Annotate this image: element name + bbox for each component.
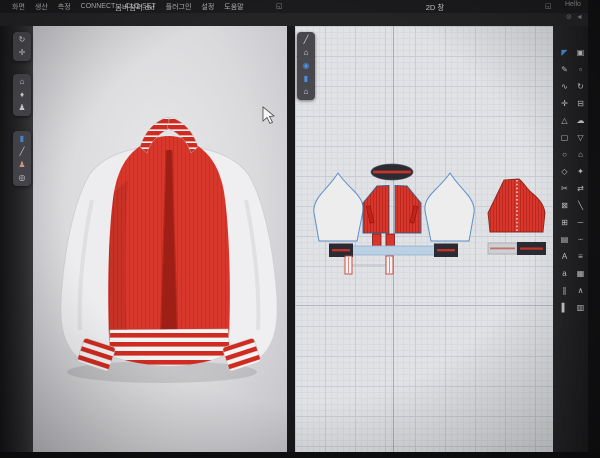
piece-back[interactable] — [488, 179, 545, 232]
trace-tool-icon[interactable]: ⊠ — [558, 199, 571, 212]
menu-help[interactable]: 도움말 — [224, 2, 243, 12]
piece-sleeve-left[interactable] — [314, 173, 363, 241]
polygon-tool-icon[interactable]: △ — [558, 114, 571, 127]
edit-pattern-icon[interactable]: ✎ — [558, 63, 571, 76]
piece-front-right[interactable] — [395, 186, 421, 234]
toolbar-3d-display-group: ▮╱♟◎ — [13, 131, 31, 186]
garment-icon[interactable]: ⌂ — [299, 86, 313, 98]
rectangle-tool-icon[interactable]: ▢ — [558, 131, 571, 144]
pin-icon[interactable]: ♦ — [15, 89, 29, 101]
slash-tool-icon[interactable]: ╲ — [574, 199, 587, 212]
ruler-tool-icon[interactable]: ∥ — [558, 284, 571, 297]
flatten-garment-icon[interactable]: ⌂ — [299, 47, 313, 59]
piece-placket-left[interactable] — [345, 256, 352, 274]
piece-front-left[interactable] — [363, 186, 389, 234]
table-icon[interactable]: ▦ — [574, 267, 587, 280]
undock-2d-icon[interactable]: ◱ — [545, 2, 552, 10]
avatar-icon[interactable]: ♟ — [15, 102, 29, 114]
list-icon[interactable]: ≡ — [574, 250, 587, 263]
tab-2d-window[interactable]: 2D 창 — [355, 2, 515, 13]
garment-icon[interactable]: ⌂ — [15, 76, 29, 88]
mouse-cursor — [263, 107, 274, 124]
toolbar-3d-view-group: ↻✛ — [13, 32, 31, 61]
cloud-icon[interactable]: ☁ — [574, 114, 587, 127]
piece-placket-right[interactable] — [386, 256, 393, 274]
pan-view-icon[interactable]: ✛ — [15, 47, 29, 59]
cut-tool-icon[interactable]: ✂ — [558, 182, 571, 195]
panel-divider[interactable] — [287, 26, 295, 452]
account-icons[interactable]: ⊘◄ — [566, 13, 587, 21]
measure-line-icon[interactable]: ─ — [574, 216, 587, 229]
brush-tool-icon[interactable]: ▌ — [558, 301, 571, 314]
menu-production[interactable]: 생산 — [35, 2, 48, 12]
world-icon[interactable]: ◎ — [15, 172, 29, 184]
piece-sleeve-right[interactable] — [425, 173, 474, 241]
varsity-jacket[interactable] — [61, 117, 278, 372]
garment-3d-canvas — [33, 26, 287, 452]
fabric-icon[interactable]: ▮ — [299, 73, 313, 85]
pattern-2d-canvas — [295, 26, 553, 452]
fabric-icon[interactable]: ▮ — [15, 133, 29, 145]
rotate-piece-icon[interactable]: ↻ — [574, 80, 587, 93]
swap-icon[interactable]: ⇄ — [574, 182, 587, 195]
dart-tool-icon[interactable]: ◇ — [558, 165, 571, 178]
hello-label: Hello — [565, 1, 581, 8]
toolbar-3d-garment-group: ⌂♦♟ — [13, 74, 31, 116]
text-tool-icon[interactable]: A — [558, 250, 571, 263]
edit-curvature-icon[interactable]: ∿ — [558, 80, 571, 93]
jacket-hem-band[interactable] — [109, 329, 230, 366]
dashed-box-icon[interactable]: ▫ — [574, 63, 587, 76]
stitch-icon[interactable]: ╱ — [15, 146, 29, 158]
mannequin-icon[interactable]: ♟ — [15, 159, 29, 171]
rotate-view-icon[interactable]: ↻ — [15, 34, 29, 46]
toolbar-2d-display-group: ╱⌂◉▮⌂ — [297, 32, 315, 100]
tab-bar — [0, 13, 600, 27]
transform-tool-icon[interactable]: ◤ — [558, 46, 571, 59]
angle-icon[interactable]: ∧ — [574, 284, 587, 297]
menu-display[interactable]: 화면 — [12, 2, 25, 12]
window-edge-bottom — [0, 452, 600, 458]
pattern-page-icon[interactable]: ▣ — [574, 46, 587, 59]
annotation-tool-icon[interactable]: a — [558, 267, 571, 280]
piece-cuff-band[interactable] — [488, 242, 546, 255]
flatten-icon[interactable]: ▽ — [574, 131, 587, 144]
info-icon[interactable]: ◉ — [299, 60, 313, 72]
tab-3d-window[interactable]: 봄버점퍼.dxf — [55, 2, 215, 13]
window-edge-right — [588, 0, 600, 458]
add-point-icon[interactable]: ✛ — [558, 97, 571, 110]
seam-tool-icon[interactable]: ⊞ — [558, 216, 571, 229]
circle-tool-icon[interactable]: ○ — [558, 148, 571, 161]
dashed-line-icon[interactable]: ┄ — [574, 233, 587, 246]
toolbar-2d-tools-col1: ◤ ✎ ∿ ✛ △ ▢ ○ ◇ ✂ ⊠ ⊞ ▤ Aa ∥ ▌ — [558, 46, 571, 314]
edit-line-icon[interactable]: ╱ — [299, 34, 313, 46]
shirt-icon[interactable]: ⌂ — [574, 148, 587, 161]
piece-collar[interactable] — [371, 164, 413, 180]
grading-tool-icon[interactable]: ▤ — [558, 233, 571, 246]
sew-shirt-icon[interactable]: ✦ — [574, 165, 587, 178]
undock-3d-icon[interactable]: ◱ — [276, 2, 283, 10]
app-window: 화면생산측정CONNECTCLO-SET플러그인설정도움말 봄버점퍼.dxf ◱… — [0, 0, 600, 458]
copy-piece-icon[interactable]: ⊟ — [574, 97, 587, 110]
fill-icon[interactable]: ▥ — [574, 301, 587, 314]
toolbar-2d-tools-col2: ▣ ▫ ↻ ⊟ ☁ ▽ ⌂ ✦ ⇄ ╲ ─ ┄ ≡ ▦ ∧ ▥ — [574, 46, 587, 314]
